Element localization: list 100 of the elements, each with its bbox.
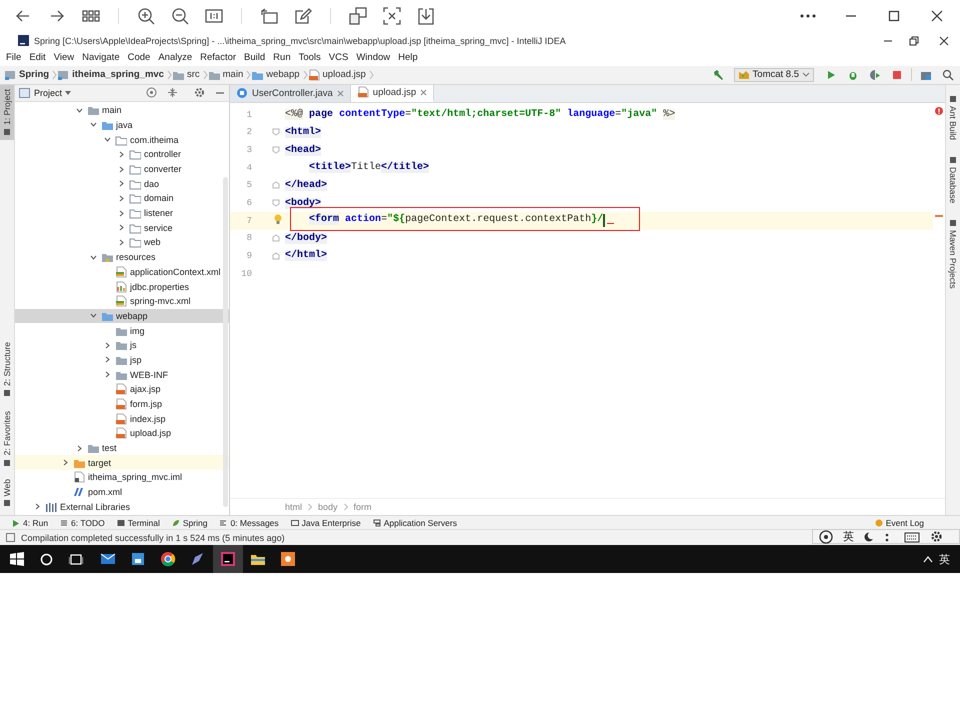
tool-window-tab[interactable]: Maven Projects [946,215,960,293]
breadcrumb-item[interactable]: webapp [263,69,303,80]
run-icon[interactable] [825,68,837,81]
settings-icon[interactable] [194,87,205,98]
close-icon[interactable] [938,34,950,47]
fold-marker-icon[interactable] [272,181,280,190]
actual-size-icon[interactable] [205,7,223,25]
breadcrumb-item[interactable]: src [184,69,203,80]
breadcrumb-item[interactable]: body [318,502,338,512]
breadcrumb-item[interactable]: itheima_spring_mvc [69,69,167,80]
chevron-right-icon[interactable] [104,342,111,349]
breadcrumb-item[interactable]: main [220,69,246,80]
chevron-down-icon[interactable] [76,106,83,114]
show-hidden-icons-icon[interactable] [923,555,933,564]
chevron-right-icon[interactable] [118,224,125,232]
chevron-right-icon[interactable] [118,180,125,188]
input-mode-label[interactable]: 英 [843,529,854,544]
tool-window-tab[interactable]: 1: Project [0,84,14,140]
chevron-right-icon[interactable] [104,356,111,364]
download-icon[interactable] [417,7,435,25]
menu-item[interactable]: Help [394,52,422,64]
fold-marker-icon[interactable] [272,234,280,242]
chevron-down-icon[interactable] [90,312,97,320]
tree-row[interactable]: img [15,323,229,338]
tree-row[interactable]: test [15,440,229,456]
tool-window-tab[interactable]: 2: Favorites [0,407,14,471]
menu-item[interactable]: Build [240,52,270,64]
tree-row[interactable]: jsp [15,352,229,368]
menu-item[interactable]: Tools [294,52,325,64]
tree-row[interactable]: index.jsp [15,411,229,426]
locate-target-icon[interactable] [146,87,157,98]
tool-window-button[interactable]: 4: Run [6,518,54,528]
menu-item[interactable]: Window [352,52,394,64]
tree-row[interactable]: java [15,118,229,132]
menu-item[interactable]: Analyze [154,52,196,64]
status-panel-icon[interactable] [6,533,15,542]
tree-row[interactable]: External Libraries [15,499,229,514]
settings-icon[interactable] [930,530,943,543]
chevron-right-icon[interactable] [118,194,125,202]
tree-row[interactable]: jdbc.properties [15,279,229,294]
tree-row[interactable]: itheima_spring_mvc.iml [15,470,229,485]
menu-item[interactable]: Refactor [196,52,240,64]
tool-window-button[interactable]: Java Enterprise [284,518,367,528]
chevron-right-icon[interactable] [76,444,83,452]
chevron-right-icon[interactable] [62,459,69,466]
build-hammer-icon[interactable] [712,68,724,81]
tool-window-tab[interactable]: Database [946,152,960,208]
tree-row[interactable]: listener [15,206,229,220]
collapse-all-icon[interactable] [167,87,178,98]
zoom-out-icon[interactable] [171,7,189,25]
chevron-down-icon[interactable] [104,136,111,144]
input-method-logo-icon[interactable] [819,530,833,544]
tree-row[interactable]: WEB-INF [15,367,229,382]
error-icon[interactable] [935,106,943,115]
tree-row[interactable]: pom.xml [15,484,229,500]
tree-row[interactable]: service [15,220,229,236]
tree-row[interactable]: resources [15,250,229,264]
start-icon[interactable] [10,552,24,566]
tree-row[interactable]: target [15,455,229,470]
search-icon[interactable] [40,552,53,566]
moon-icon[interactable] [864,530,874,542]
tree-row[interactable]: spring-mvc.xml [15,294,229,309]
tree-row[interactable]: domain [15,191,229,206]
menu-item[interactable]: Run [269,52,295,64]
run-configuration-dropdown[interactable]: Tomcat 8.5 [734,68,814,82]
chevron-down-icon[interactable] [90,254,97,261]
menu-item[interactable]: Navigate [78,52,124,64]
tool-window-button[interactable]: Terminal [110,518,166,528]
editor-tab[interactable]: upload.jsp [350,84,434,102]
chevron-down-icon[interactable] [90,121,97,128]
search-icon[interactable] [942,68,954,81]
fold-marker-icon[interactable] [272,252,280,260]
fold-marker-icon[interactable] [272,199,280,208]
tree-row[interactable]: js [15,338,229,353]
breadcrumb-item[interactable]: html [285,502,302,512]
editor-tab[interactable]: UserController.java [230,84,351,102]
menu-item[interactable]: View [50,52,78,64]
tree-row[interactable]: applicationContext.xml [15,264,229,280]
tree-row[interactable]: com.itheima [15,132,229,147]
tool-window-tab[interactable]: 2: Structure [0,338,14,402]
tool-window-button[interactable]: Event Log [868,518,930,528]
menu-item[interactable]: Edit [25,52,50,64]
edit-icon[interactable] [294,7,312,25]
chevron-right-icon[interactable] [118,210,125,217]
error-stripe-mark[interactable] [935,214,943,217]
tree-row[interactable]: controller [15,146,229,162]
tool-window-button[interactable]: Application Servers [366,518,463,528]
chevron-right-icon[interactable] [104,371,111,378]
rotate-icon[interactable] [260,7,278,25]
fold-marker-icon[interactable] [272,146,280,154]
scan-icon[interactable] [383,7,401,25]
chevron-right-icon[interactable] [118,166,125,172]
tree-row[interactable]: upload.jsp [15,426,229,441]
zoom-in-icon[interactable] [137,7,155,25]
breadcrumb-item[interactable]: form [354,502,372,512]
tree-row[interactable]: main [15,102,229,118]
project-view-selector[interactable]: Project [34,88,72,98]
menu-item[interactable]: Code [124,52,154,64]
chevron-right-icon[interactable] [34,503,41,510]
menu-item[interactable]: VCS [324,52,352,64]
